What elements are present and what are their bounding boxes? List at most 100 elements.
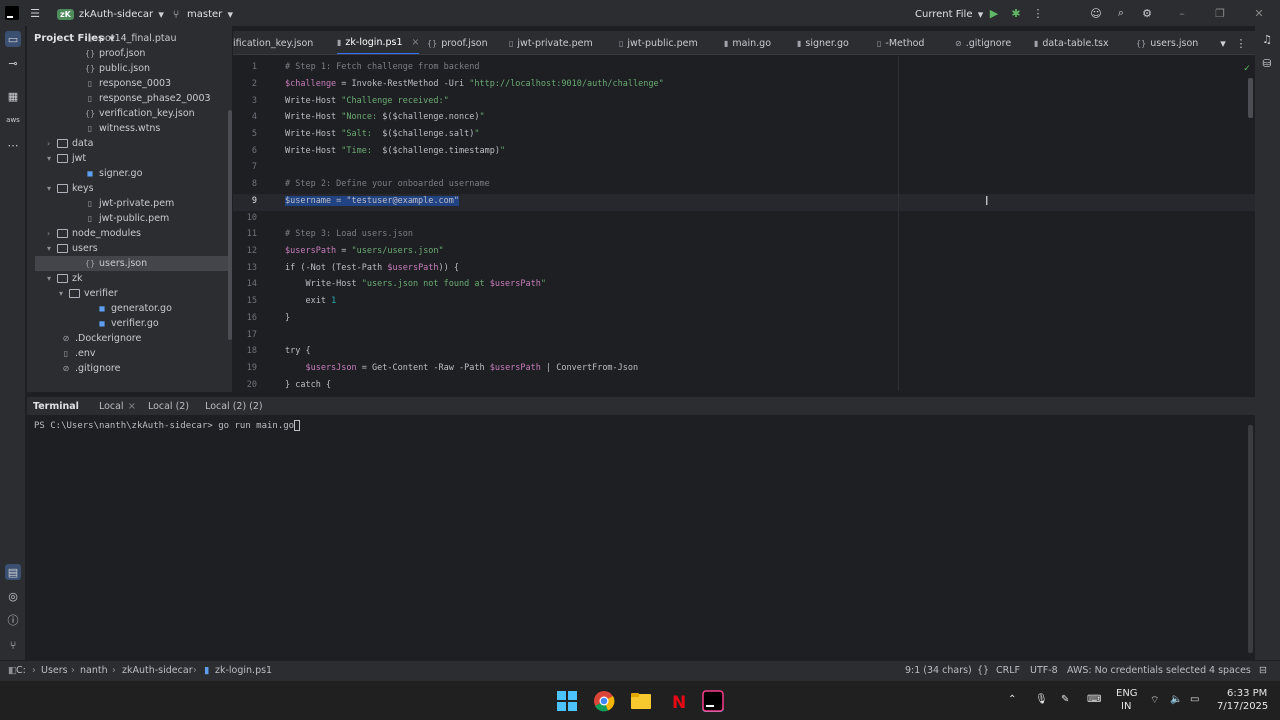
clock-date[interactable]: 7/17/2025 [1217,701,1268,712]
collapsed-arrow-icon[interactable]: › [47,229,57,238]
branch-switcher[interactable]: ⑂ master ▾ [168,6,238,22]
breadcrumb-drive[interactable]: C: [16,665,26,676]
tree-item-users[interactable]: ▾ users [27,241,98,256]
tree-item-verification-key-json[interactable]: {} verification_key.json [27,106,195,121]
breadcrumb-users[interactable]: Users [41,665,68,676]
expanded-arrow-icon[interactable]: ▾ [47,274,57,283]
tab-method[interactable]: ▯ -Method [877,31,924,54]
tree-item-generator-go[interactable]: ◼ generator.go [27,301,172,316]
tab-local-2[interactable]: Local (2) [148,401,189,412]
tab-options-icon[interactable]: ⋮ [1233,35,1249,51]
tab-local-2-2[interactable]: Local (2) (2) [205,401,263,412]
minimize-icon[interactable]: – [1174,5,1190,21]
settings-icon[interactable]: ⚙ [1139,5,1155,21]
terminal-tool-icon[interactable]: ▤ [5,564,21,580]
tree-item-zk[interactable]: ▾ zk [27,271,83,286]
database-icon[interactable]: ⛁ [1259,55,1275,71]
aws-tool-icon[interactable]: aws [5,112,21,128]
windows-start-icon[interactable] [556,690,578,712]
notifications-icon[interactable]: ♫ [1259,31,1275,47]
show-hidden-icons-chevron[interactable]: ⌃ [1008,694,1016,705]
terminal-panel[interactable]: PS C:\Users\nanth\zkAuth-sidecar> go run… [27,415,1255,660]
aws-credentials[interactable]: AWS: No credentials selected [1067,665,1206,676]
tree-item-users-json[interactable]: {} users.json [35,256,232,271]
services-tool-icon[interactable]: ◎ [5,588,21,604]
wifi-icon[interactable]: ⌔ [1150,694,1159,707]
tab-jwt-public-pem[interactable]: ▯ jwt-public.pem [619,31,698,54]
tree-item-jwt-private-pem[interactable]: ▯ jwt-private.pem [27,196,175,211]
tree-item-keys[interactable]: ▾ keys [27,181,94,196]
run-config-selector[interactable]: Current File ▾ [915,6,988,22]
file-explorer-icon[interactable] [630,690,652,712]
tab-proof-json[interactable]: {} proof.json [427,31,488,54]
tab-verification-key-json[interactable]: ification_key.json [233,31,313,54]
terminal-title[interactable]: Terminal [33,401,79,412]
indent-setting[interactable]: 4 spaces [1209,665,1251,676]
breadcrumb-project[interactable]: zkAuth-sidecar [122,665,193,676]
tree-item-witness-wtns[interactable]: ▯ witness.wtns [27,121,161,136]
tree-item-jwt[interactable]: ▾ jwt [27,151,86,166]
caret-position[interactable]: 9:1 (34 chars) [905,665,972,676]
close-tab-icon[interactable]: × [412,37,420,48]
tab-gitignore[interactable]: ⊘ .gitignore [955,31,1011,54]
tree-item-public-json[interactable]: {} public.json [27,61,150,76]
terminal-scrollbar[interactable] [1248,425,1253,653]
clock-time[interactable]: 6:33 PM [1227,688,1267,699]
netflix-icon[interactable]: N [666,690,688,713]
tab-zk-login-ps1[interactable]: ▮ zk-login.ps1 × [337,31,420,54]
line-separator[interactable]: CRLF [996,665,1020,676]
account-icon[interactable]: ☺ [1088,5,1104,21]
project-switcher[interactable]: zK zkAuth-sidecar ▾ [57,6,169,22]
search-icon[interactable]: ⌕ [1113,5,1129,21]
tab-data-table-tsx[interactable]: ▮ data-table.tsx [1034,31,1109,54]
tree-item-verifier[interactable]: ▾ verifier [27,286,118,301]
expanded-arrow-icon[interactable]: ▾ [47,244,57,253]
expanded-arrow-icon[interactable]: ▾ [47,184,57,193]
json-braces-icon[interactable]: {} [977,665,989,676]
tree-item-response-phase2-0003[interactable]: ▯ response_phase2_0003 [27,91,211,106]
lock-icon[interactable]: ⊟ [1259,665,1267,676]
tree-item--env[interactable]: ▯ .env [27,346,96,361]
tree-item--gitignore[interactable]: ⊘ .gitignore [27,361,121,376]
project-tool-icon[interactable]: ▭ [5,31,21,47]
close-icon[interactable]: ✕ [1251,5,1267,21]
tree-item-proof-json[interactable]: {} proof.json [27,46,145,61]
pen-icon[interactable]: ✎ [1061,694,1069,705]
tree-item-response-0003[interactable]: ▯ response_0003 [27,76,171,91]
more-tools-icon[interactable]: ⋯ [5,137,21,153]
file-encoding[interactable]: UTF-8 [1030,665,1058,676]
microphone-icon[interactable]: 🎙 [1035,694,1048,705]
tree-item-node-modules[interactable]: › node_modules [27,226,141,241]
breadcrumb-nanth[interactable]: nanth [80,665,108,676]
chrome-icon[interactable] [593,690,615,712]
tab-list-chevron-icon[interactable]: ▾ [1215,35,1231,51]
tree-item--dockerignore[interactable]: ⊘ .Dockerignore [27,331,142,346]
git-tool-icon[interactable]: ⑂ [5,637,21,653]
intellij-icon[interactable] [702,690,724,712]
tree-item-verifier-go[interactable]: ◼ verifier.go [27,316,159,331]
main-menu-icon[interactable]: ☰ [27,5,43,21]
project-scrollbar[interactable] [228,110,232,340]
speaker-icon[interactable]: 🔈 [1170,694,1182,705]
tab-signer-go[interactable]: ▮ signer.go [797,31,849,54]
collapsed-arrow-icon[interactable]: › [47,139,57,148]
input-language[interactable]: ENG [1116,688,1138,699]
maximize-icon[interactable]: ❐ [1212,5,1228,21]
structure-tool-icon[interactable]: ▦ [5,88,21,104]
code-editor[interactable]: ✓ 1 2 3 4 5 6 7 8 9 10 11 12 13 14 15 16 17 18 19 20 # Step… [233,56,1255,391]
tab-users-json[interactable]: {} users.json [1136,31,1198,54]
tab-jwt-private-pem[interactable]: ▯ jwt-private.pem [509,31,593,54]
tab-main-go[interactable]: ▮ main.go [724,31,771,54]
keyboard-icon[interactable]: ⌨ [1087,694,1101,705]
expanded-arrow-icon[interactable]: ▾ [59,289,69,298]
input-region[interactable]: IN [1121,701,1131,712]
tree-item-signer-go[interactable]: ◼ signer.go [27,166,143,181]
run-icon[interactable]: ▶ [986,5,1002,21]
more-options-icon[interactable]: ⋮ [1030,5,1046,21]
commit-tool-icon[interactable]: ⊸ [5,55,21,71]
tree-item-data[interactable]: › data [27,136,93,151]
editor-scrollbar[interactable] [1248,78,1253,118]
tree-item-pot14-final-ptau[interactable]: ▯ pot14_final.ptau [27,31,177,46]
close-tab-icon[interactable]: × [128,401,136,412]
inspection-ok-icon[interactable]: ✓ [1239,61,1255,77]
